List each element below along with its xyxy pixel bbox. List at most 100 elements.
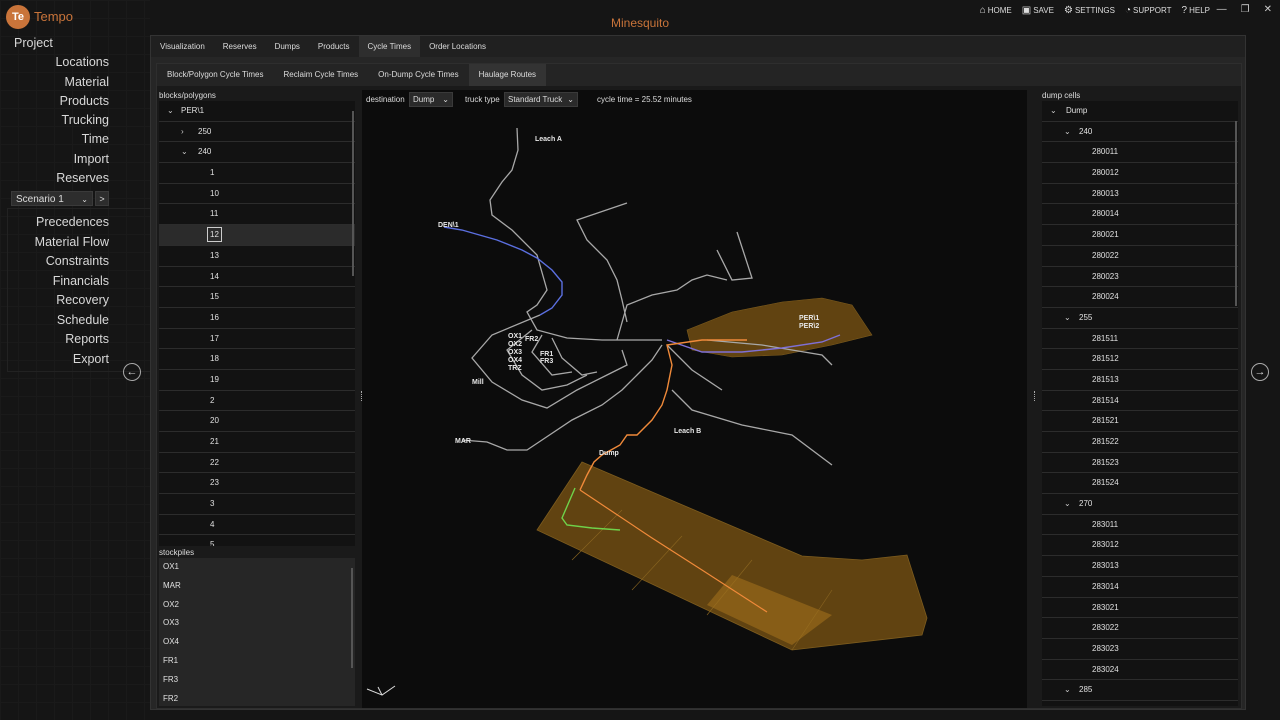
tree-group-285[interactable]: ⌄ 285 — [1042, 680, 1238, 701]
tree-block-item[interactable]: 18 — [159, 349, 355, 370]
dump-cell-item[interactable]: 281511 — [1042, 329, 1238, 350]
dump-cell-item[interactable]: 280014 — [1042, 204, 1238, 226]
tree-block-item[interactable]: 10 — [159, 184, 355, 205]
stockpiles-scrollbar[interactable] — [351, 568, 353, 668]
tree-block-item[interactable]: 23 — [159, 473, 355, 495]
dump-cell-item[interactable]: 281523 — [1042, 453, 1238, 474]
close-button[interactable]: ✕ — [1264, 4, 1272, 15]
stockpile-item[interactable]: FR3 — [159, 671, 355, 690]
tree-block-item[interactable]: 2 — [159, 391, 355, 412]
sidebar-item-recovery[interactable]: Recovery — [0, 291, 145, 311]
dump-cell-item[interactable]: 283021 — [1042, 598, 1238, 619]
tree-group-270[interactable]: ⌄ 270 — [1042, 494, 1238, 515]
stockpile-item[interactable]: FR2 — [159, 690, 355, 706]
tree-block-item[interactable]: 22 — [159, 453, 355, 474]
sidebar-item-constraints[interactable]: Constraints — [0, 252, 145, 272]
dump-cell-item[interactable]: 281514 — [1042, 391, 1238, 412]
dump-cell-item[interactable]: 280023 — [1042, 267, 1238, 288]
dump-cell-item[interactable]: 280012 — [1042, 163, 1238, 184]
tree-block-item[interactable]: 16 — [159, 308, 355, 329]
dump-cell-item[interactable]: 283024 — [1042, 660, 1238, 681]
tree-block-item[interactable]: 21 — [159, 432, 355, 453]
dump-cell-item[interactable]: 281512 — [1042, 349, 1238, 370]
right-splitter-handle[interactable] — [1034, 391, 1038, 401]
sidebar-item-reports[interactable]: Reports — [0, 330, 145, 350]
dump-cell-item[interactable]: 281521 — [1042, 411, 1238, 432]
tree-block-item[interactable]: 15 — [159, 287, 355, 308]
minimize-button[interactable]: — — [1217, 4, 1227, 15]
tree-block-item[interactable]: 14 — [159, 267, 355, 288]
back-arrow-icon[interactable]: ← — [123, 363, 141, 381]
dump-cell-item[interactable]: 280024 — [1042, 287, 1238, 308]
scenario-select[interactable]: Scenario 1 ⌄ — [11, 191, 93, 206]
tree-block-item[interactable]: 13 — [159, 246, 355, 267]
tree-block-item[interactable]: 4 — [159, 515, 355, 536]
sidebar-item-locations[interactable]: Locations — [0, 53, 145, 72]
tab-order-locations[interactable]: Order Locations — [420, 36, 495, 57]
tab-reserves[interactable]: Reserves — [214, 36, 266, 57]
dump-cell-item[interactable]: 283023 — [1042, 639, 1238, 660]
dump-cell-item[interactable]: 280011 — [1042, 142, 1238, 164]
sidebar-item-export[interactable]: Export — [0, 350, 145, 370]
home-button[interactable]: ⌂ HOME — [980, 5, 1012, 16]
help-button[interactable]: ? HELP — [1182, 5, 1210, 16]
dump-cell-item[interactable]: 283012 — [1042, 535, 1238, 557]
dump-cell-item[interactable]: 283014 — [1042, 577, 1238, 598]
tab-products[interactable]: Products — [309, 36, 359, 57]
tree-group-240[interactable]: ⌄ 240 — [159, 142, 355, 164]
sidebar-item-project[interactable]: Project — [0, 34, 145, 53]
tree-group-255[interactable]: ⌄ 255 — [1042, 308, 1238, 329]
tree-block-item[interactable]: 5 — [159, 535, 355, 546]
blocks-scrollbar[interactable] — [352, 111, 354, 276]
tree-block-item[interactable]: 20 — [159, 411, 355, 432]
dump-cell-item[interactable]: 283022 — [1042, 618, 1238, 639]
dump-cell-item[interactable]: 280021 — [1042, 225, 1238, 246]
subtab-on-dump-cycle-times[interactable]: On-Dump Cycle Times — [368, 64, 468, 86]
dump-cell-item[interactable]: 280013 — [1042, 184, 1238, 205]
tab-dumps[interactable]: Dumps — [266, 36, 309, 57]
dump-cell-item[interactable]: 283011 — [1042, 515, 1238, 536]
stockpile-item[interactable]: OX3 — [159, 614, 355, 633]
tree-block-item[interactable]: 1 — [159, 163, 355, 184]
subtab-block-polygon-cycle-times[interactable]: Block/Polygon Cycle Times — [157, 64, 273, 86]
sidebar-item-precedences[interactable]: Precedences — [0, 213, 145, 233]
stockpile-item[interactable]: OX1 — [159, 558, 355, 577]
dump-cells-scrollbar[interactable] — [1235, 121, 1237, 306]
sidebar-item-trucking[interactable]: Trucking — [0, 111, 145, 130]
tree-root-per1[interactable]: ⌄ PER\1 — [159, 101, 355, 122]
tree-group-250[interactable]: › 250 — [159, 122, 355, 143]
dump-cell-item[interactable]: 281524 — [1042, 473, 1238, 495]
sidebar-item-import[interactable]: Import — [0, 150, 145, 169]
stockpile-item[interactable]: OX2 — [159, 596, 355, 615]
tree-block-item-selected[interactable]: 12 — [159, 225, 355, 246]
tab-cycle-times[interactable]: Cycle Times — [358, 36, 421, 57]
tree-block-item[interactable]: 19 — [159, 370, 355, 391]
stockpile-item[interactable]: OX4 — [159, 633, 355, 652]
support-button[interactable]: ◔ SUPPORT — [1125, 5, 1172, 16]
dump-cell-item[interactable]: 283013 — [1042, 556, 1238, 577]
sidebar-item-schedule[interactable]: Schedule — [0, 311, 145, 331]
restore-button[interactable]: ❐ — [1241, 4, 1250, 15]
sidebar-item-products[interactable]: Products — [0, 92, 145, 111]
subtab-reclaim-cycle-times[interactable]: Reclaim Cycle Times — [273, 64, 368, 86]
dump-cell-item[interactable]: 280022 — [1042, 246, 1238, 267]
stockpile-item[interactable]: MAR — [159, 577, 355, 596]
tree-root-dump[interactable]: ⌄ Dump — [1042, 101, 1238, 122]
dump-cell-item[interactable]: 281513 — [1042, 370, 1238, 391]
forward-arrow-icon[interactable]: → — [1251, 363, 1269, 381]
tree-block-item[interactable]: 17 — [159, 329, 355, 350]
dump-cell-item[interactable]: 281522 — [1042, 432, 1238, 453]
subtab-haulage-routes[interactable]: Haulage Routes — [468, 64, 547, 86]
sidebar-item-material[interactable]: Material — [0, 73, 145, 92]
settings-button[interactable]: ⚙ SETTINGS — [1064, 5, 1115, 16]
sidebar-item-material-flow[interactable]: Material Flow — [0, 233, 145, 253]
scenario-go-button[interactable]: > — [95, 191, 109, 206]
tree-group-240[interactable]: ⌄ 240 — [1042, 122, 1238, 143]
map-viewer[interactable]: destination Dump ⌄ truck type Standard Tr… — [362, 90, 1027, 708]
stockpile-item[interactable]: FR1 — [159, 652, 355, 671]
sidebar-item-financials[interactable]: Financials — [0, 272, 145, 292]
tree-block-item[interactable]: 11 — [159, 204, 355, 226]
tree-block-item[interactable]: 3 — [159, 494, 355, 515]
sidebar-item-reserves[interactable]: Reserves — [0, 169, 145, 188]
tab-visualization[interactable]: Visualization — [151, 36, 214, 57]
